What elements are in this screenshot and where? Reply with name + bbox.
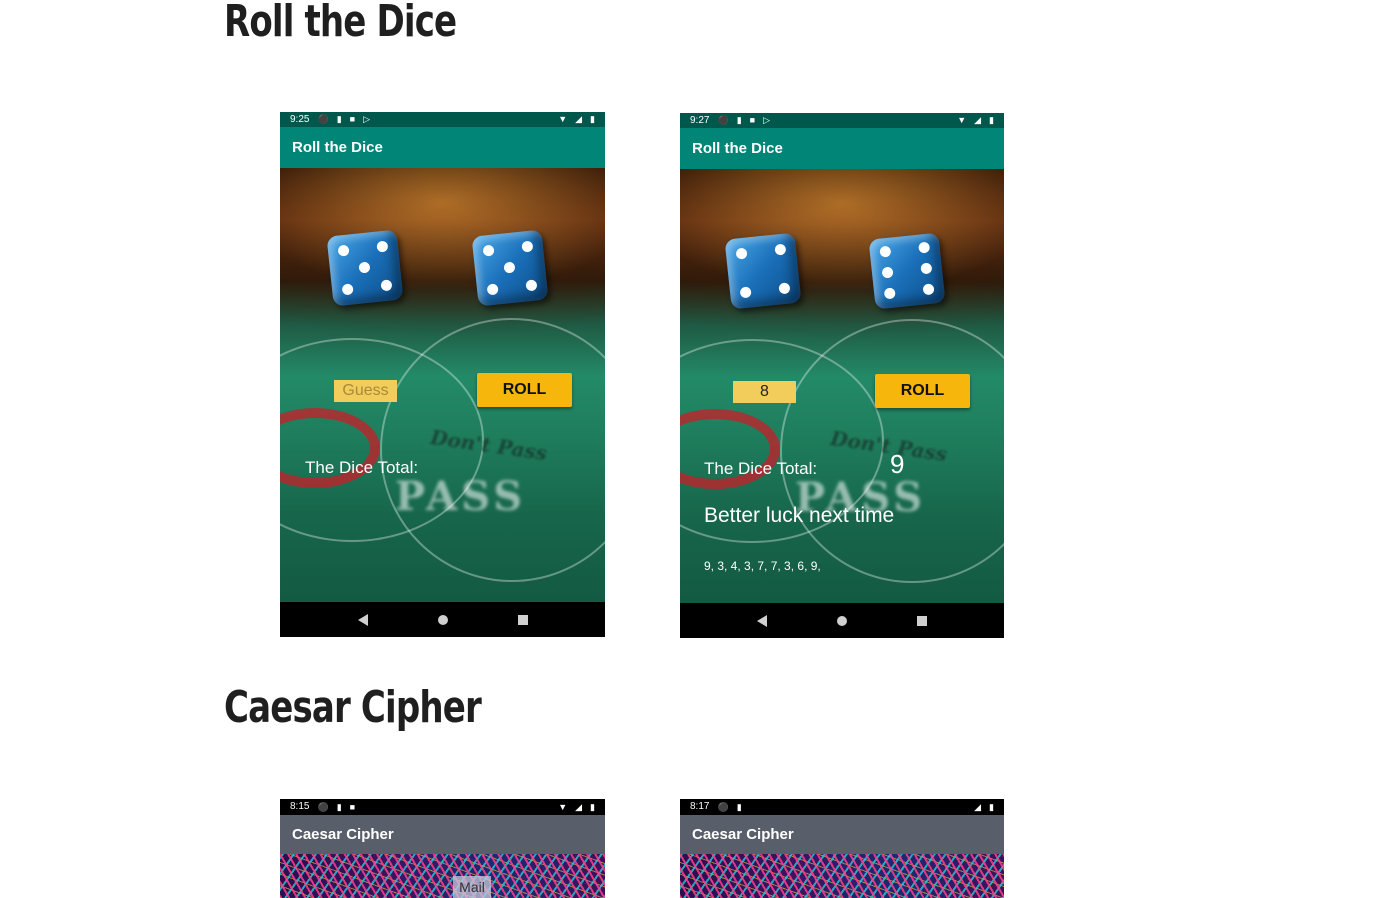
app-bar-title: Roll the Dice — [280, 127, 605, 168]
shield-icon: ⚫ — [317, 114, 329, 124]
battery-icon: ▮ — [590, 802, 595, 812]
app-bar-title: Roll the Dice — [680, 128, 1004, 169]
status-bar: 8:15 ⚫ ▮ ■ ▼ ◢ ▮ — [280, 799, 605, 815]
play-icon: ▷ — [763, 115, 770, 125]
dice-total-label: The Dice Total: — [704, 459, 818, 478]
die-right — [868, 232, 946, 310]
battery-icon: ▮ — [989, 115, 994, 125]
status-bar: 8:17 ⚫ ▮ ◢ ▮ — [680, 799, 1004, 815]
mail-field[interactable]: Mail — [453, 876, 491, 898]
circuit-pattern-background: Mail — [280, 854, 605, 898]
app-bar-title: Caesar Cipher — [280, 815, 605, 854]
nav-bar — [680, 603, 1004, 638]
dice-screenshot-initial: 9:25 ⚫ ▮ ■ ▷ ▼ ◢ ▮ Roll the Dice Don't P… — [280, 112, 605, 637]
sim-icon: ■ — [749, 115, 756, 125]
home-icon[interactable] — [837, 615, 847, 626]
signal-icon: ◢ — [575, 802, 583, 812]
status-time: 9:25 — [290, 114, 310, 125]
result-message: Better luck next time — [704, 504, 895, 527]
dice-screenshot-result: 9:27 ⚫ ▮ ■ ▷ ▼ ◢ ▮ Roll the Dice Don't P… — [680, 113, 1004, 638]
pass-text: PASS — [395, 473, 527, 520]
circuit-pattern-background — [680, 854, 1004, 898]
home-icon[interactable] — [437, 614, 448, 625]
wifi-icon: ▼ — [957, 115, 967, 125]
sim-icon: ■ — [349, 802, 356, 812]
roll-button[interactable]: ROLL — [875, 374, 970, 408]
app-bar-title: Caesar Cipher — [680, 815, 1004, 854]
signal-icon: ◢ — [974, 115, 982, 125]
roll-button[interactable]: ROLL — [477, 373, 572, 407]
die-left — [326, 229, 404, 307]
dice-total-value: 9 — [890, 449, 905, 479]
key-icon: ▮ — [336, 114, 342, 124]
shield-icon: ⚫ — [317, 802, 329, 812]
sim-icon: ■ — [349, 114, 356, 124]
roll-history: 9, 3, 4, 3, 7, 7, 3, 6, 9, — [704, 559, 821, 573]
recents-icon[interactable] — [917, 615, 927, 626]
craps-table-background: Don't Pass PASS 8 ROLL The Dice Total: 9… — [680, 169, 1004, 603]
nav-bar — [280, 602, 605, 637]
signal-icon: ◢ — [974, 802, 982, 812]
status-bar: 9:25 ⚫ ▮ ■ ▷ ▼ ◢ ▮ — [280, 112, 605, 127]
status-time: 9:27 — [690, 115, 710, 126]
key-icon: ▮ — [736, 115, 742, 125]
back-icon[interactable] — [357, 613, 368, 626]
status-time: 8:15 — [290, 801, 310, 812]
play-icon: ▷ — [363, 114, 370, 124]
battery-icon: ▮ — [989, 802, 994, 812]
shield-icon: ⚫ — [717, 802, 729, 812]
shield-icon: ⚫ — [717, 115, 729, 125]
section-title-dice: Roll the Dice — [224, 0, 457, 47]
back-icon[interactable] — [757, 614, 767, 627]
craps-table-background: Don't Pass PASS Guess ROLL The Dice Tota… — [280, 168, 605, 602]
die-left — [724, 232, 802, 310]
status-time: 8:17 — [690, 801, 710, 812]
signal-icon: ◢ — [575, 114, 583, 124]
wifi-icon: ▼ — [558, 802, 568, 812]
cipher-screenshot-1: 8:15 ⚫ ▮ ■ ▼ ◢ ▮ Caesar Cipher Mail — [280, 799, 605, 898]
guess-input[interactable]: Guess — [334, 380, 397, 402]
recents-icon[interactable] — [517, 614, 528, 625]
key-icon: ▮ — [736, 802, 742, 812]
dice-total-label: The Dice Total: — [305, 458, 419, 477]
die-right — [471, 229, 549, 307]
cipher-screenshot-2: 8:17 ⚫ ▮ ◢ ▮ Caesar Cipher — [680, 799, 1004, 898]
status-bar: 9:27 ⚫ ▮ ■ ▷ ▼ ◢ ▮ — [680, 113, 1004, 128]
section-title-cipher: Caesar Cipher — [224, 682, 482, 733]
guess-input[interactable]: 8 — [733, 381, 796, 403]
battery-icon: ▮ — [590, 114, 595, 124]
wifi-icon: ▼ — [558, 114, 568, 124]
key-icon: ▮ — [336, 802, 342, 812]
